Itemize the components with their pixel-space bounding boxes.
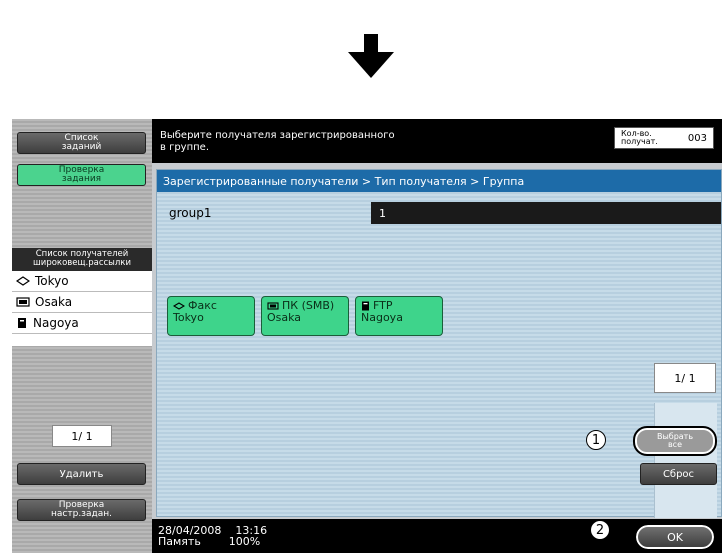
group-value: 1: [371, 202, 721, 224]
destination-nagoya-button[interactable]: FTP Nagoya: [355, 296, 443, 336]
list-page-indicator: 1/ 1: [52, 425, 112, 447]
pc-icon: [16, 297, 30, 307]
select-all-button[interactable]: Выбрать все: [633, 426, 717, 456]
callout-2: 2: [590, 520, 610, 540]
status-bar: 28/04/2008 13:16 Память 100% OK: [152, 519, 722, 553]
ftp-icon: [18, 318, 26, 328]
message-bar: Выберите получателя зарегистрированного …: [152, 119, 722, 163]
date-memory-status: 28/04/2008 13:16 Память 100%: [158, 524, 268, 548]
ftp-icon: [362, 301, 369, 311]
scroll-area[interactable]: [654, 403, 717, 518]
ok-button[interactable]: OK: [634, 523, 716, 551]
fax-icon: [16, 276, 30, 286]
destination-osaka-button[interactable]: ПК (SMB) Osaka: [261, 296, 349, 336]
destination-tokyo-button[interactable]: Факс Tokyo: [167, 296, 255, 336]
fax-icon: [173, 302, 185, 310]
device-screen: Список заданий Проверка задания Список п…: [12, 119, 722, 553]
breadcrumb: Зарегистрированные получатели > Тип полу…: [157, 170, 721, 192]
group-row: group1 1: [163, 202, 721, 224]
main-panel: Выберите получателя зарегистрированного …: [152, 119, 722, 553]
job-list-button[interactable]: Список заданий: [17, 132, 146, 154]
broadcast-item-tokyo[interactable]: Tokyo: [12, 271, 152, 292]
left-panel: Список заданий Проверка задания Список п…: [12, 119, 152, 553]
group-name: group1: [169, 206, 212, 220]
callout-1: 1: [586, 430, 606, 450]
check-job-button[interactable]: Проверка задания: [17, 164, 146, 186]
check-settings-button[interactable]: Проверка настр.задан.: [17, 499, 146, 521]
recipient-count-value: 003: [687, 132, 707, 144]
destination-page-indicator: 1/ 1: [654, 363, 716, 393]
reset-button[interactable]: Сброс: [640, 463, 717, 485]
pc-icon: [267, 302, 279, 310]
delete-button[interactable]: Удалить: [17, 463, 146, 485]
broadcast-item-nagoya[interactable]: Nagoya: [12, 313, 152, 334]
instruction-text: Выберите получателя зарегистрированного …: [160, 130, 395, 153]
broadcast-list-header: Список получателей широковещ.рассылки: [12, 248, 152, 271]
down-arrow-icon: [348, 34, 394, 78]
broadcast-item-osaka[interactable]: Osaka: [12, 292, 152, 313]
recipient-count: Кол-во. получат. 003: [614, 127, 714, 149]
content-area: Зарегистрированные получатели > Тип полу…: [156, 169, 722, 518]
